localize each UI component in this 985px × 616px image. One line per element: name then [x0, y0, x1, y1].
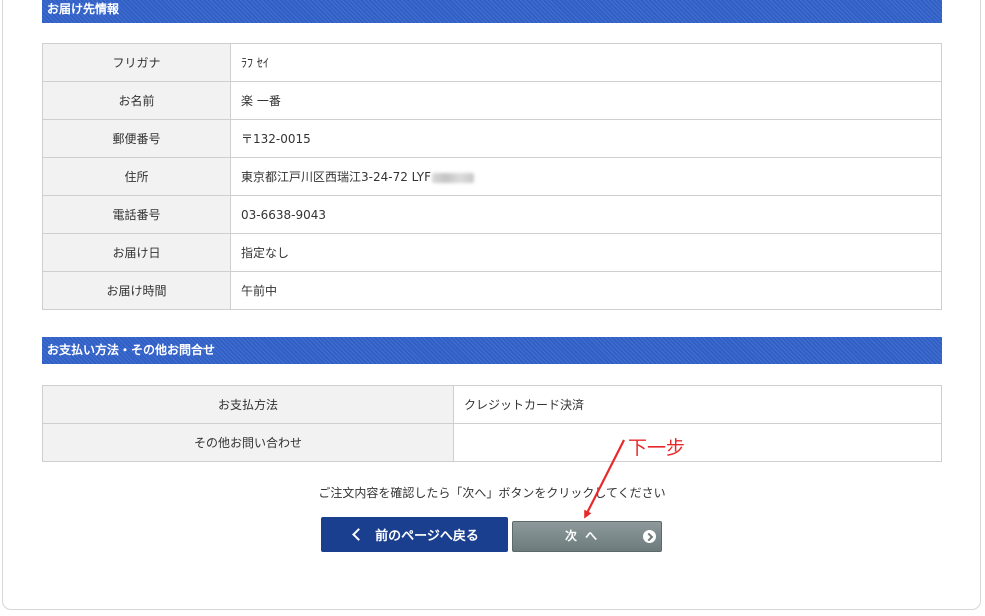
table-row: お支払方法 クレジットカード決済 [42, 385, 942, 424]
back-button-label: 前のページへ戻る [375, 529, 479, 544]
confirm-instruction: ご注文内容を確認したら「次へ」ボタンをクリックしてください [318, 486, 666, 500]
table-row: お届け時間 午前中 [42, 271, 942, 310]
row-value-phone: 03-6638-9043 [230, 195, 942, 234]
row-label-phone: 電話番号 [42, 195, 231, 234]
row-label-postal-code: 郵便番号 [42, 119, 231, 158]
next-button-label: 次 へ [565, 529, 600, 543]
row-label-furigana: フリガナ [42, 43, 231, 82]
table-row: 郵便番号 〒132-0015 [42, 119, 942, 158]
row-value-other-inquiry [453, 423, 942, 462]
back-button[interactable]: 前のページへ戻る [321, 517, 508, 552]
annotation-label: 下一步 [628, 437, 686, 459]
section-title-payment: お支払い方法・その他お問合せ [42, 337, 942, 364]
table-row: お名前 楽 一番 [42, 81, 942, 120]
row-value-furigana: ﾗﾌ ｾｲ [230, 43, 942, 82]
payment-info-table: お支払方法 クレジットカード決済 その他お問い合わせ [42, 385, 942, 462]
row-value-address: 東京都江戸川区西瑞江3-24-72 LYF [230, 157, 942, 196]
delivery-info-table: フリガナ ﾗﾌ ｾｲ お名前 楽 一番 郵便番号 〒132-0015 住所 東京… [42, 43, 942, 310]
row-label-name: お名前 [42, 81, 231, 120]
row-value-postal-code: 〒132-0015 [230, 119, 942, 158]
row-value-delivery-date: 指定なし [230, 233, 942, 272]
chevron-left-icon [352, 528, 365, 541]
row-label-other-inquiry: その他お問い合わせ [42, 423, 454, 462]
address-text: 東京都江戸川区西瑞江3-24-72 LYF [241, 170, 431, 184]
row-label-delivery-time: お届け時間 [42, 271, 231, 310]
table-row: お届け日 指定なし [42, 233, 942, 272]
table-row: 電話番号 03-6638-9043 [42, 195, 942, 234]
row-value-name: 楽 一番 [230, 81, 942, 120]
table-row: 住所 東京都江戸川区西瑞江3-24-72 LYF [42, 157, 942, 196]
row-label-delivery-date: お届け日 [42, 233, 231, 272]
row-value-delivery-time: 午前中 [230, 271, 942, 310]
row-label-payment-method: お支払方法 [42, 385, 454, 424]
arrow-right-circle-icon [643, 530, 656, 543]
section-title-delivery: お届け先情報 [42, 0, 942, 23]
table-row: フリガナ ﾗﾌ ｾｲ [42, 43, 942, 82]
row-label-address: 住所 [42, 157, 231, 196]
table-row: その他お問い合わせ [42, 423, 942, 462]
redacted-text [431, 172, 474, 183]
row-value-payment-method: クレジットカード決済 [453, 385, 942, 424]
next-button[interactable]: 次 へ [512, 521, 662, 552]
